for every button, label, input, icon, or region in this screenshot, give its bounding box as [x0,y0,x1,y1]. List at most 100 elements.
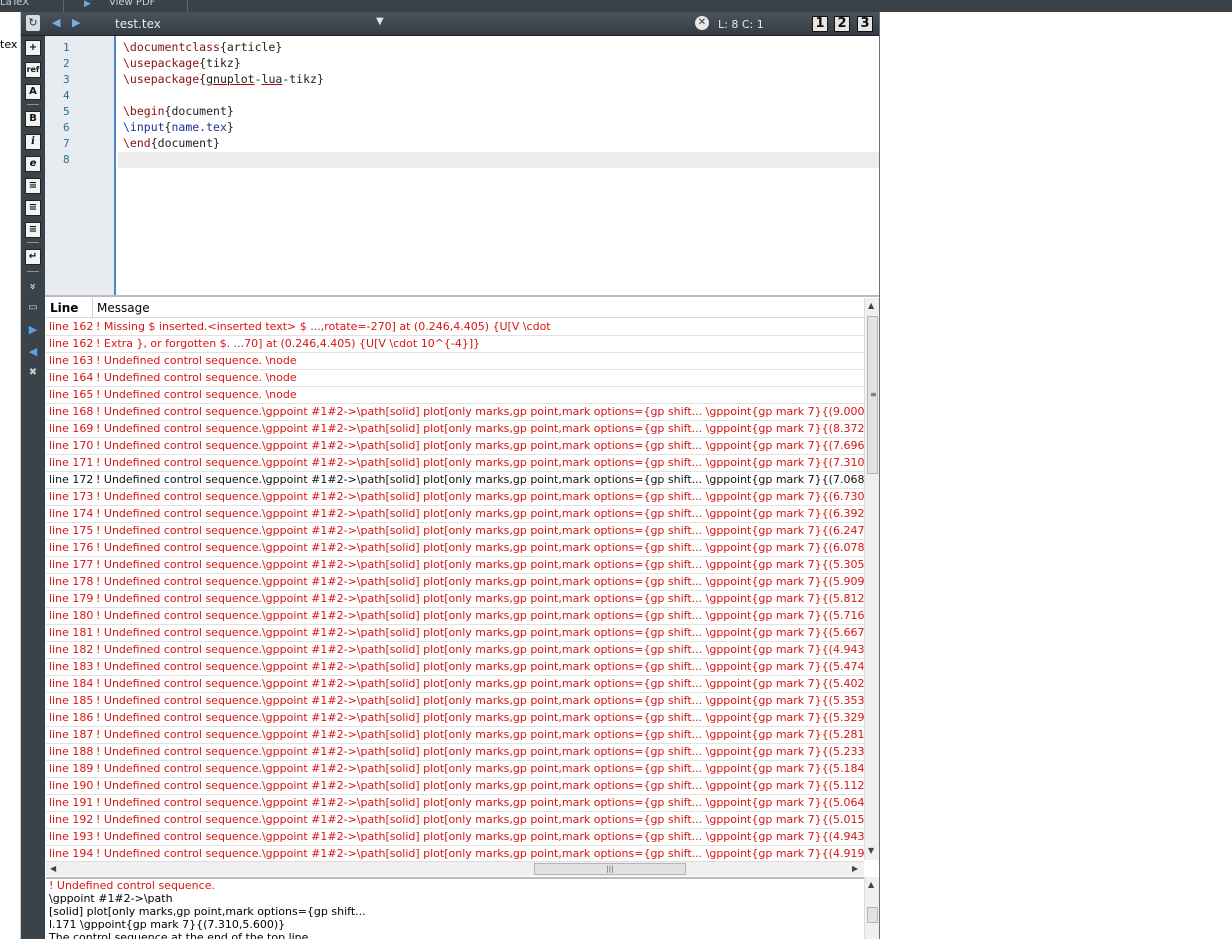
code-line[interactable]: \input{name.tex} [123,120,234,134]
log-row[interactable]: line 190! Undefined control sequence.\gp… [46,778,864,795]
log-row[interactable]: line 194! Undefined control sequence.\gp… [46,846,864,861]
detail-line: \gppoint #1#2->\path [49,892,173,905]
log-row[interactable]: line 177! Undefined control sequence.\gp… [46,557,864,574]
log-message: ! Undefined control sequence.\gppoint #1… [96,473,864,486]
log-vertical-scrollbar[interactable]: ▲ ≡ ▼ [864,298,879,860]
log-row[interactable]: line 172! Undefined control sequence.\gp… [46,472,864,489]
insert-plus-icon[interactable]: + [25,40,41,56]
log-row[interactable]: line 169! Undefined control sequence.\gp… [46,421,864,438]
log-row[interactable]: line 176! Undefined control sequence.\gp… [46,540,864,557]
chevron-down-icon[interactable]: ▼ [376,16,384,27]
log-row[interactable]: line 175! Undefined control sequence.\gp… [46,523,864,540]
bold-icon[interactable]: B [25,111,41,127]
code-line[interactable]: \begin{document} [123,104,234,118]
file-name[interactable]: test.tex [115,17,161,31]
align-left-icon[interactable]: ≡ [25,178,41,194]
log-row[interactable]: line 185! Undefined control sequence.\gp… [46,693,864,710]
play-icon[interactable]: ▶ [84,0,98,12]
log-row[interactable]: line 193! Undefined control sequence.\gp… [46,829,864,846]
next-error-icon[interactable]: ▶ [25,323,41,336]
log-row[interactable]: line 179! Undefined control sequence.\gp… [46,591,864,608]
view-button-2[interactable]: 2 [834,16,850,32]
log-row[interactable]: line 188! Undefined control sequence.\gp… [46,744,864,761]
scroll-up-icon[interactable]: ▲ [868,301,874,310]
log-message: ! Undefined control sequence.\gppoint #1… [96,643,864,656]
log-row[interactable]: line 165! Undefined control sequence. \n… [46,387,864,404]
scrollbar-thumb[interactable]: ||| [534,863,686,875]
log-horizontal-scrollbar[interactable]: ◀ ||| ▶ [46,861,864,876]
top-item-latex[interactable]: LaTeX [0,0,29,12]
log-row[interactable]: line 189! Undefined control sequence.\gp… [46,761,864,778]
scroll-down-icon[interactable]: ▼ [868,846,874,855]
back-arrow-icon[interactable]: ◀ [52,16,60,29]
log-table-body: line 162! Missing $ inserted.<inserted t… [46,319,864,861]
code-line[interactable]: \usepackage{tikz} [123,56,241,70]
pane-splitter[interactable] [45,295,880,297]
column-header-message[interactable]: Message [97,301,150,315]
scroll-left-icon[interactable]: ◀ [50,864,56,873]
code-editor[interactable]: \documentclass{article} \usepackage{tikz… [118,36,879,296]
log-row[interactable]: line 181! Undefined control sequence.\gp… [46,625,864,642]
log-message: ! Undefined control sequence.\gppoint #1… [96,507,864,520]
log-message: ! Undefined control sequence.\gppoint #1… [96,558,864,571]
terminal-icon[interactable]: ▭ [25,302,41,313]
font-size-icon[interactable]: A [25,84,41,100]
column-header-line[interactable]: Line [50,301,78,315]
detail-vertical-scrollbar[interactable]: ▲ [864,877,879,939]
scrollbar-thumb[interactable] [867,907,878,923]
close-icon[interactable]: ✕ [695,16,709,30]
log-row[interactable]: line 170! Undefined control sequence.\gp… [46,438,864,455]
structure-label[interactable]: tex [0,38,17,51]
log-row[interactable]: line 182! Undefined control sequence.\gp… [46,642,864,659]
log-row[interactable]: line 163! Undefined control sequence. \n… [46,353,864,370]
top-item-view-pdf[interactable]: View PDF [109,0,155,12]
log-row[interactable]: line 162! Extra }, or forgotten $. ...70… [46,336,864,353]
divider [187,0,188,12]
log-line-number: line 171 [49,456,94,469]
align-right-icon[interactable]: ≡ [25,222,41,238]
log-row[interactable]: line 180! Undefined control sequence.\gp… [46,608,864,625]
refresh-icon[interactable]: ↻ [26,15,40,31]
forward-arrow-icon[interactable]: ▶ [72,16,80,29]
log-row[interactable]: line 174! Undefined control sequence.\gp… [46,506,864,523]
log-row[interactable]: line 162! Missing $ inserted.<inserted t… [46,319,864,336]
log-row[interactable]: line 192! Undefined control sequence.\gp… [46,812,864,829]
log-row[interactable]: line 184! Undefined control sequence.\gp… [46,676,864,693]
view-button-3[interactable]: 3 [857,16,873,32]
log-row[interactable]: line 164! Undefined control sequence. \n… [46,370,864,387]
log-line-number: line 163 [49,354,94,367]
code-line[interactable]: \end{document} [123,136,220,150]
log-message: ! Undefined control sequence.\gppoint #1… [96,677,864,690]
more-tools-icon[interactable]: » [27,279,40,295]
newline-icon[interactable]: ↵ [25,249,41,265]
log-row[interactable]: line 183! Undefined control sequence.\gp… [46,659,864,676]
log-message: ! Undefined control sequence.\gppoint #1… [96,490,864,503]
scroll-right-icon[interactable]: ▶ [852,864,858,873]
code-line[interactable]: \documentclass{article} [123,40,282,54]
log-row[interactable]: line 191! Undefined control sequence.\gp… [46,795,864,812]
column-divider[interactable] [92,298,93,318]
log-row[interactable]: line 173! Undefined control sequence.\gp… [46,489,864,506]
log-row[interactable]: line 168! Undefined control sequence.\gp… [46,404,864,421]
log-line-number: line 175 [49,524,94,537]
code-line[interactable]: \usepackage{gnuplot-lua-tikz} [123,72,324,86]
previous-error-icon[interactable]: ◀ [25,345,41,358]
scroll-up-icon[interactable]: ▲ [868,880,874,889]
log-detail-pane[interactable]: ! Undefined control sequence. \gppoint #… [46,877,864,939]
align-center-icon[interactable]: ≡ [25,200,41,216]
clear-log-icon[interactable]: ✖ [25,367,41,378]
log-row[interactable]: line 187! Undefined control sequence.\gp… [46,727,864,744]
emphasis-icon[interactable]: e [25,156,41,172]
log-line-number: line 185 [49,694,94,707]
log-line-number: line 181 [49,626,94,639]
view-button-1[interactable]: 1 [812,16,828,32]
log-message: ! Undefined control sequence.\gppoint #1… [96,762,864,775]
log-message: ! Undefined control sequence.\gppoint #1… [96,830,864,843]
log-row[interactable]: line 178! Undefined control sequence.\gp… [46,574,864,591]
line-number: 3 [63,73,70,86]
detail-line: ! Undefined control sequence. [49,879,215,892]
italic-icon[interactable]: i [25,134,41,150]
log-row[interactable]: line 171! Undefined control sequence.\gp… [46,455,864,472]
ref-icon[interactable]: ref [25,62,41,78]
log-row[interactable]: line 186! Undefined control sequence.\gp… [46,710,864,727]
